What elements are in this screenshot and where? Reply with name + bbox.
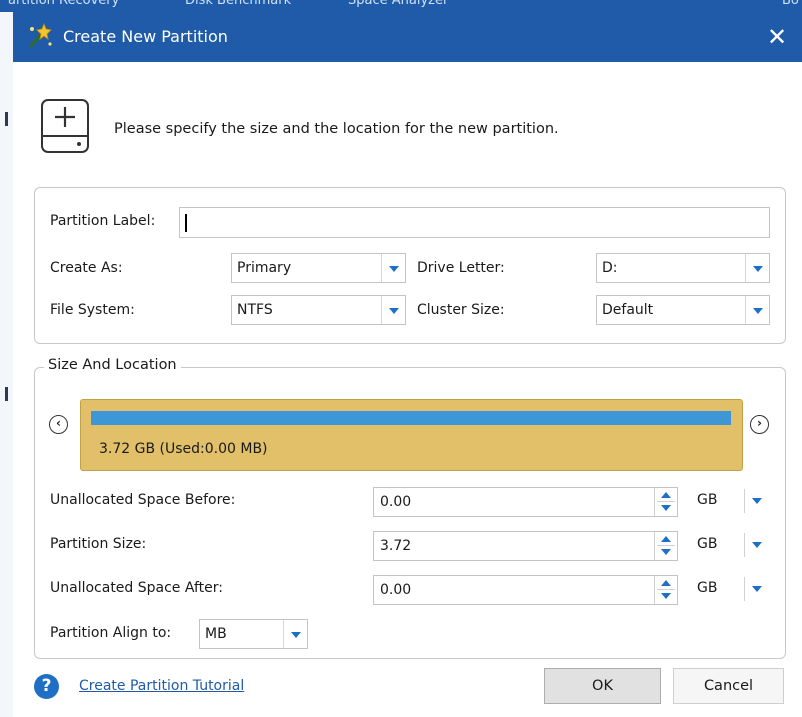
chevron-left-icon: ‹ [56,416,61,430]
unallocated-after-unit[interactable]: GB [697,580,717,596]
unit-divider [744,533,745,557]
stepper-divider [657,501,675,502]
close-icon: ✕ [766,23,788,51]
file-system-value: NTFS [237,302,273,318]
chevron-down-icon [753,266,763,272]
unit-dropdown-arrow[interactable] [752,586,762,592]
increment-icon [661,492,671,498]
cluster-size-select[interactable]: Default [596,295,770,325]
file-system-select[interactable]: NTFS [231,295,406,325]
unallocated-before-caption: Unallocated Space Before: [50,492,236,508]
combo-divider [381,296,382,324]
dialog-instruction: Please specify the size and the location… [114,121,559,137]
partition-block[interactable]: 3.72 GB (Used:0.00 MB) [80,399,743,471]
file-system-caption: File System: [50,302,135,318]
decrement-icon [661,549,671,555]
partition-size-value: 3.72 [380,538,412,554]
cluster-size-value: Default [602,302,654,318]
combo-divider [745,296,746,324]
bg-tab-partition-recovery[interactable]: artition Recovery [8,0,119,8]
combo-divider [381,254,382,282]
dialog-title: Create New Partition [63,27,228,46]
unallocated-after-input[interactable]: 0.00 [373,575,678,605]
unallocated-before-unit[interactable]: GB [697,492,717,508]
unit-dropdown-arrow[interactable] [752,542,762,548]
unallocated-before-stepper[interactable] [654,488,677,516]
close-button[interactable]: ✕ [760,20,794,54]
unallocated-before-value: 0.00 [380,494,412,510]
chevron-down-icon [291,632,301,638]
unit-divider [744,489,745,513]
unallocated-before-input[interactable]: 0.00 [373,487,678,517]
chevron-down-icon [753,308,763,314]
create-partition-tutorial-link[interactable]: Create Partition Tutorial [79,678,244,694]
unallocated-after-caption: Unallocated Space After: [50,580,223,596]
increment-icon [661,580,671,586]
scroll-right-button[interactable]: › [750,415,769,434]
decrement-icon [661,505,671,511]
combo-divider [745,254,746,282]
text-caret [185,214,187,232]
background-app-sidebar [0,12,13,717]
chevron-right-icon: › [757,416,762,430]
create-as-caption: Create As: [50,260,123,276]
unit-divider [744,577,745,601]
background-app-tabbar: artition Recovery Disk Benchmark Space A… [0,0,802,12]
chevron-down-icon [389,308,399,314]
unit-dropdown-arrow[interactable] [752,498,762,504]
size-and-location-legend: Size And Location [44,357,181,373]
bg-tab-disk-benchmark[interactable]: Disk Benchmark [185,0,291,8]
partition-align-value: MB [205,626,227,642]
partition-block-label: 3.72 GB (Used:0.00 MB) [99,441,268,457]
chevron-down-icon [389,266,399,272]
partition-size-stepper[interactable] [654,532,677,560]
bg-tab-more[interactable]: Bo [782,0,799,8]
stepper-divider [657,545,675,546]
partition-size-unit[interactable]: GB [697,536,717,552]
stepper-divider [657,589,675,590]
increment-icon [661,536,671,542]
ok-button[interactable]: OK [544,668,661,704]
scroll-left-button[interactable]: ‹ [49,415,68,434]
partition-align-caption: Partition Align to: [50,625,172,641]
drive-letter-select[interactable]: D: [596,253,770,283]
partition-label-caption: Partition Label: [50,213,156,229]
decrement-icon [661,593,671,599]
unallocated-after-value: 0.00 [380,582,412,598]
dialog-titlebar[interactable]: Create New Partition ✕ [13,12,802,62]
partition-label-input[interactable] [179,207,770,238]
partition-size-input[interactable]: 3.72 [373,531,678,561]
unallocated-after-stepper[interactable] [654,576,677,604]
drive-letter-value: D: [602,260,618,276]
combo-divider [283,620,284,648]
create-partition-dialog: Create New Partition ✕ Please specify th… [13,12,802,717]
bg-tab-space-analyzer[interactable]: Space Analyzer [348,0,448,8]
partition-size-bar[interactable] [91,411,731,425]
add-disk-icon [41,99,89,153]
partition-size-caption: Partition Size: [50,536,147,552]
bg-marker [5,387,8,401]
magic-wand-icon [29,22,52,48]
create-as-select[interactable]: Primary [231,253,406,283]
cancel-button[interactable]: Cancel [673,668,784,704]
help-icon[interactable]: ? [34,674,59,699]
cluster-size-caption: Cluster Size: [417,302,505,318]
drive-letter-caption: Drive Letter: [417,260,505,276]
partition-align-select[interactable]: MB [199,619,308,649]
create-as-value: Primary [237,260,292,276]
help-symbol: ? [41,676,52,696]
bg-marker [5,112,8,126]
